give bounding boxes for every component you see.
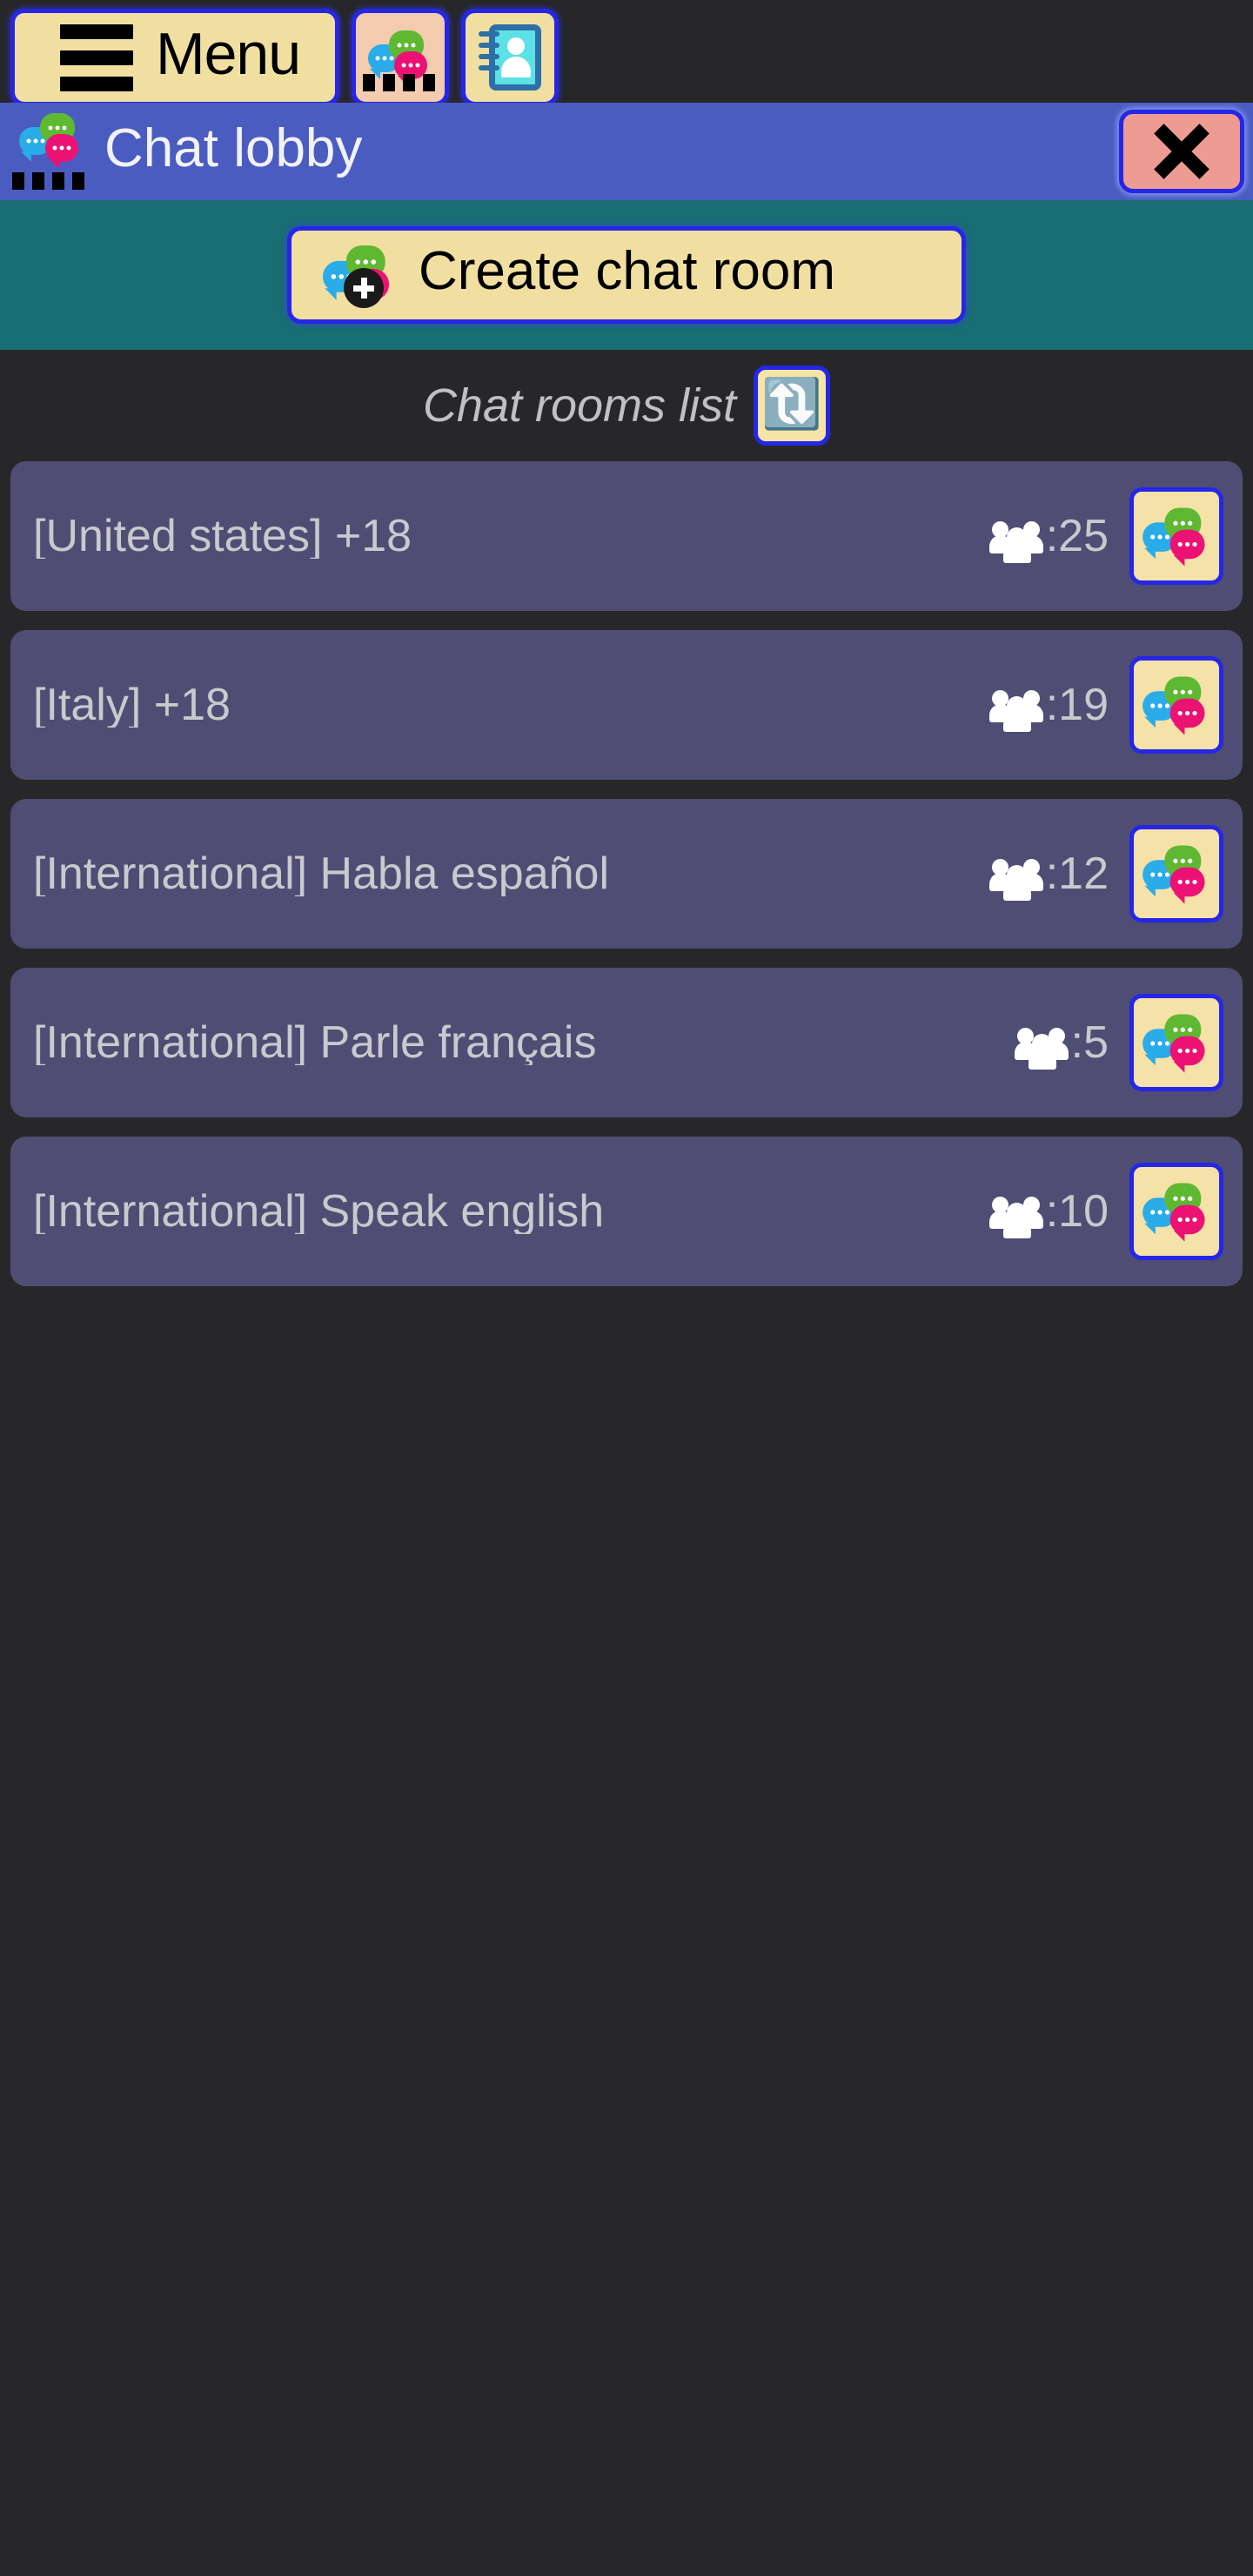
chat-room-name: [Italy] +18 bbox=[33, 682, 231, 728]
chat-room-row[interactable]: [International] Habla español :12 bbox=[10, 799, 1243, 949]
chat-room-thumbnail[interactable] bbox=[1129, 1163, 1223, 1260]
users-group-icon bbox=[1014, 1023, 1069, 1070]
chat-bubbles-plus-icon bbox=[321, 242, 396, 308]
chat-room-user-count: :19 bbox=[988, 680, 1109, 732]
chat-lobby-title-group: Chat lobby bbox=[12, 110, 362, 193]
chat-rooms-list-title: Chat rooms list bbox=[422, 379, 737, 432]
menu-button[interactable]: Menu bbox=[10, 9, 339, 106]
chat-room-count-text: :19 bbox=[1045, 680, 1109, 730]
chat-bubbles-icon bbox=[1142, 1183, 1210, 1242]
chat-room-user-count: :25 bbox=[988, 511, 1109, 563]
tofu-blocks-glyph bbox=[363, 74, 435, 91]
users-group-icon bbox=[988, 1191, 1044, 1238]
chat-room-count-text: :12 bbox=[1045, 849, 1109, 899]
users-group-icon bbox=[988, 516, 1044, 563]
page-title: Chat lobby bbox=[104, 118, 363, 178]
menu-button-label: Menu bbox=[155, 21, 301, 87]
users-group-icon bbox=[988, 685, 1044, 732]
contacts-button[interactable] bbox=[461, 9, 559, 106]
chat-rooms-list: [United states] +18 :25 [Italy] +18 :19 … bbox=[0, 461, 1253, 1286]
chat-room-name: [United states] +18 bbox=[33, 513, 412, 559]
chat-room-name: [International] Habla español bbox=[33, 851, 610, 896]
top-toolbar: Menu bbox=[0, 0, 1253, 106]
chat-room-row[interactable]: [United states] +18 :25 bbox=[10, 461, 1243, 611]
chat-room-row[interactable]: [International] Speak english :10 bbox=[10, 1137, 1243, 1286]
chat-room-thumbnail[interactable] bbox=[1129, 825, 1223, 922]
chat-room-user-count: :12 bbox=[988, 849, 1109, 901]
users-group-icon bbox=[988, 854, 1044, 901]
refresh-icon: 🔃 bbox=[761, 376, 822, 431]
create-chat-room-button[interactable]: Create chat room bbox=[287, 226, 966, 324]
chat-bubbles-icon bbox=[1142, 845, 1210, 904]
create-chat-room-label: Create chat room bbox=[419, 241, 835, 301]
chat-room-thumbnail[interactable] bbox=[1129, 994, 1223, 1091]
hamburger-icon bbox=[59, 23, 133, 91]
chat-room-thumbnail[interactable] bbox=[1129, 487, 1223, 585]
chat-room-count-text: :10 bbox=[1045, 1186, 1109, 1237]
chat-rooms-button[interactable] bbox=[352, 9, 449, 106]
chat-bubbles-icon bbox=[1142, 507, 1210, 567]
chat-bubbles-icon bbox=[1142, 1014, 1210, 1073]
chat-room-user-count: :5 bbox=[1014, 1017, 1109, 1070]
close-button[interactable] bbox=[1119, 110, 1244, 193]
chat-rooms-list-header: Chat rooms list 🔃 bbox=[0, 350, 1253, 461]
chat-room-name: [International] Parle français bbox=[33, 1020, 597, 1065]
chat-lobby-header: Chat lobby bbox=[0, 103, 1253, 200]
chat-room-count-text: :5 bbox=[1070, 1017, 1109, 1068]
chat-room-row[interactable]: [International] Parle français :5 bbox=[10, 968, 1243, 1117]
chat-room-user-count: :10 bbox=[988, 1186, 1109, 1238]
chat-bubbles-icon bbox=[1142, 676, 1210, 735]
plus-badge-icon bbox=[344, 268, 384, 308]
chat-room-name: [International] Speak english bbox=[33, 1189, 605, 1234]
close-x-icon bbox=[1154, 124, 1209, 179]
chat-room-thumbnail[interactable] bbox=[1129, 656, 1223, 754]
chat-room-count-text: :25 bbox=[1045, 511, 1109, 561]
contact-book-icon bbox=[479, 23, 541, 92]
chat-room-row[interactable]: [Italy] +18 :19 bbox=[10, 630, 1243, 780]
create-chat-room-band: Create chat room bbox=[0, 200, 1253, 350]
refresh-button[interactable]: 🔃 bbox=[754, 366, 831, 446]
tofu-blocks-glyph bbox=[12, 172, 84, 190]
chat-bubbles-icon bbox=[12, 110, 92, 193]
